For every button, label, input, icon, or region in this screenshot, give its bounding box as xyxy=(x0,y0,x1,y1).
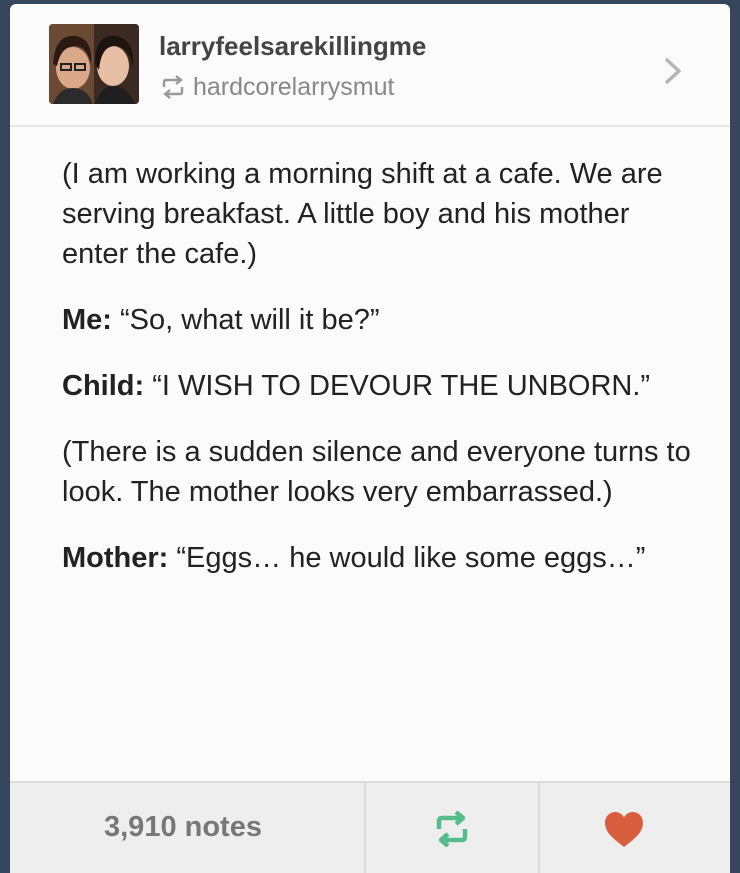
paragraph-text: (I am working a morning shift at a cafe.… xyxy=(62,158,663,270)
reblogged-from: hardcorelarrysmut xyxy=(159,71,394,103)
header-divider xyxy=(10,125,730,127)
paragraph: Child: “I WISH TO DEVOUR THE UNBORN.” xyxy=(62,366,702,406)
post-card: larryfeelsarekillingme hardcorelarrysmut… xyxy=(10,4,730,873)
like-button[interactable] xyxy=(603,811,645,849)
paragraph: Me: “So, what will it be?” xyxy=(62,300,702,340)
paragraph-text: “So, what will it be?” xyxy=(111,304,380,336)
blog-username[interactable]: larryfeelsarekillingme xyxy=(159,31,426,62)
post-header: larryfeelsarekillingme hardcorelarrysmut xyxy=(10,4,730,122)
paragraph: (I am working a morning shift at a cafe.… xyxy=(62,154,702,274)
reblog-button[interactable] xyxy=(432,811,472,847)
footer-divider xyxy=(538,783,540,873)
reblogged-from-username[interactable]: hardcorelarrysmut xyxy=(193,73,394,102)
paragraph-text: “I WISH TO DEVOUR THE UNBORN.” xyxy=(144,370,651,402)
paragraph: (There is a sudden silence and everyone … xyxy=(62,432,702,512)
paragraph-text: (There is a sudden silence and everyone … xyxy=(62,436,691,508)
avatar[interactable] xyxy=(49,24,139,104)
post-footer: 3,910 notes xyxy=(10,781,730,873)
reblog-icon xyxy=(436,811,468,847)
reblog-icon xyxy=(162,75,184,99)
notes-count[interactable]: 3,910 notes xyxy=(104,811,262,844)
post-body: (I am working a morning shift at a cafe.… xyxy=(62,154,702,604)
speaker-label: Child: xyxy=(62,370,145,402)
heart-icon xyxy=(605,812,643,847)
footer-divider xyxy=(364,783,366,873)
speaker-label: Me: xyxy=(62,304,112,336)
speaker-label: Mother: xyxy=(62,542,169,574)
paragraph-text: “Eggs… he would like some eggs…” xyxy=(168,542,646,574)
avatar-image xyxy=(49,24,139,104)
paragraph: Mother: “Eggs… he would like some eggs…” xyxy=(62,538,702,578)
chevron-right-icon[interactable] xyxy=(661,56,685,86)
